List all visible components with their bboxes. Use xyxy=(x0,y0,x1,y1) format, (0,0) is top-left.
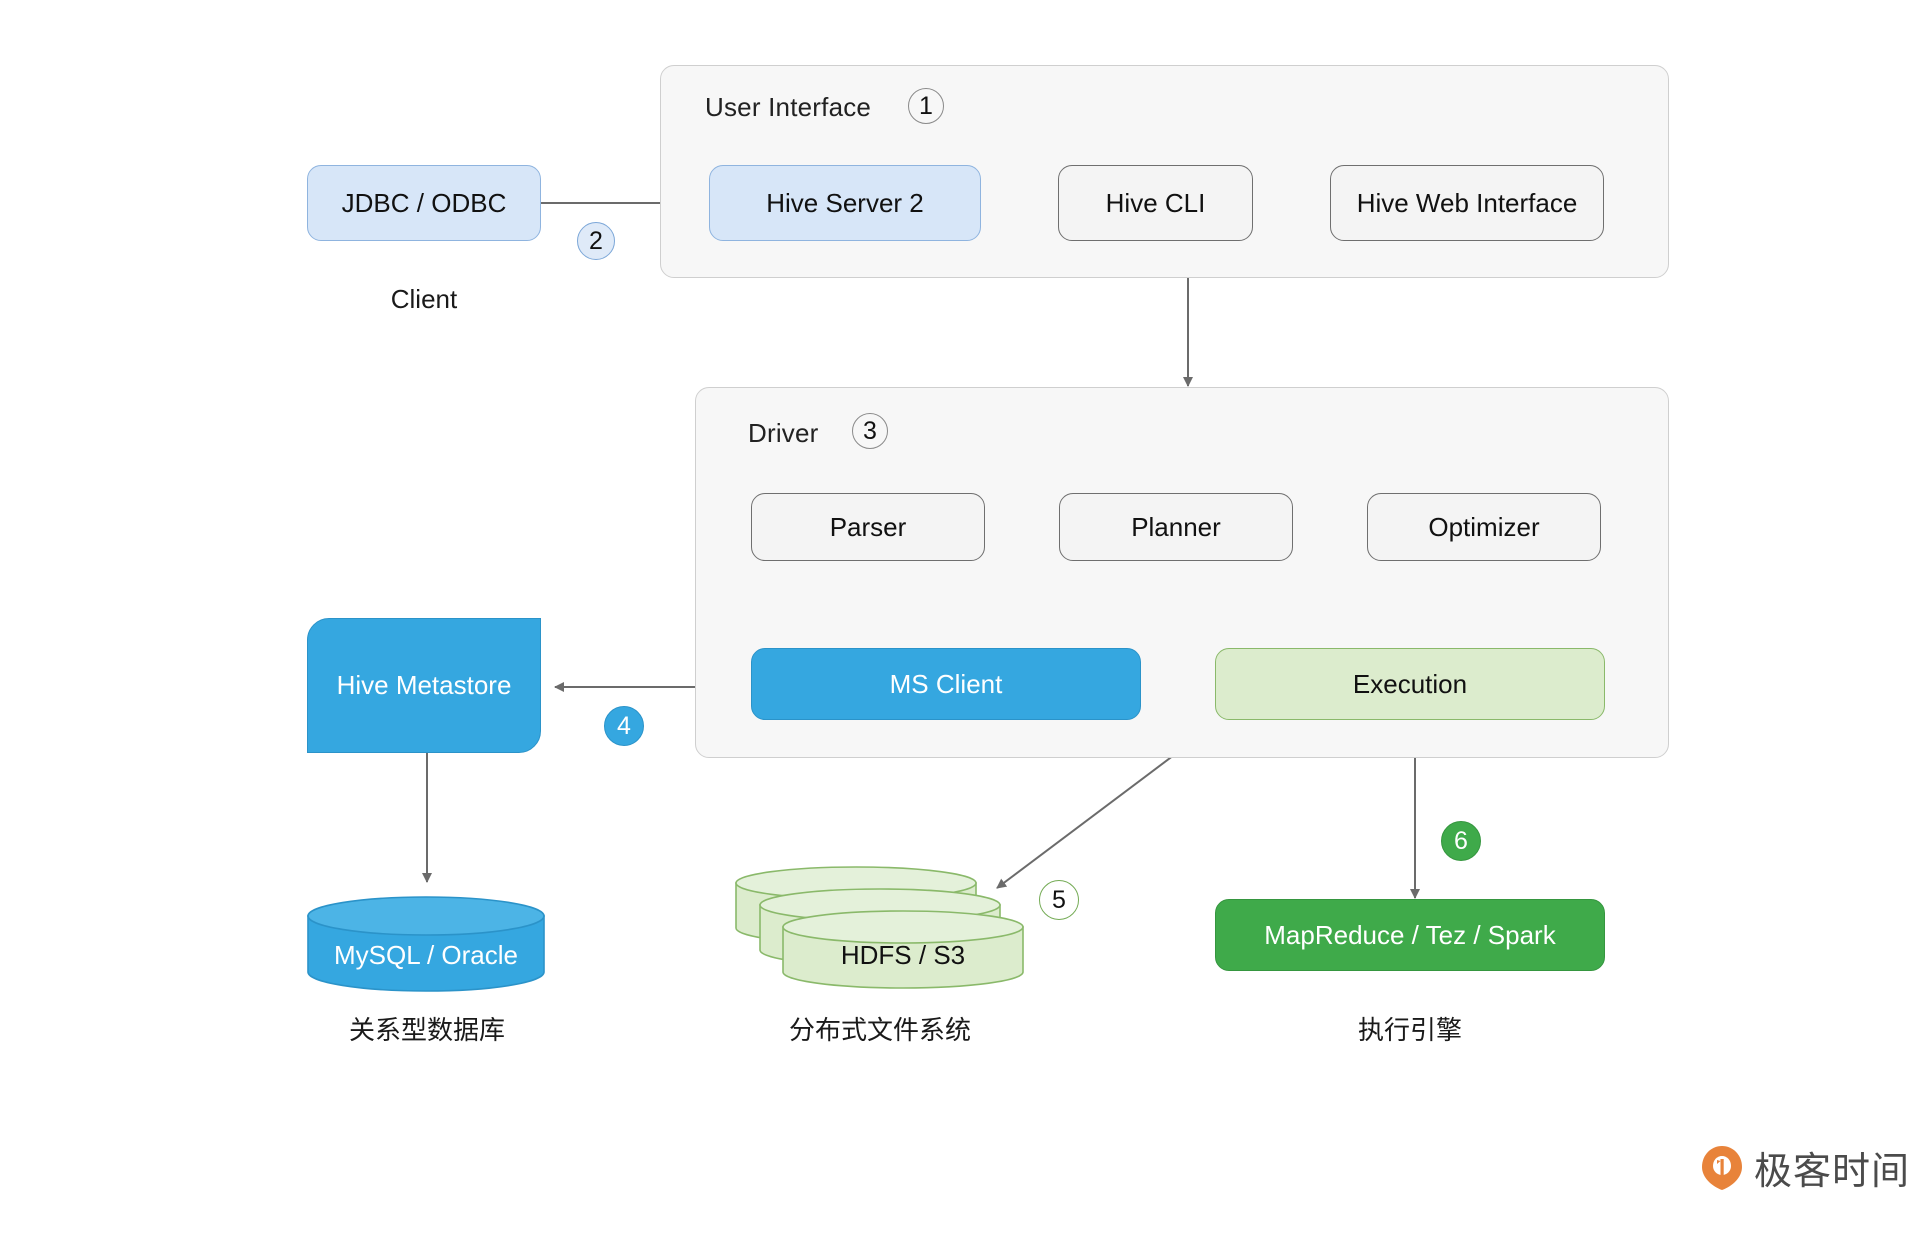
node-optimizer[interactable]: Optimizer xyxy=(1367,493,1601,561)
step-badge-1: 1 xyxy=(908,88,944,124)
step-badge-6: 6 xyxy=(1441,821,1481,861)
node-execution[interactable]: Execution xyxy=(1215,648,1605,720)
node-hive-web-interface[interactable]: Hive Web Interface xyxy=(1330,165,1604,241)
node-mapreduce-tez-spark[interactable]: MapReduce / Tez / Spark xyxy=(1215,899,1605,971)
cylinder-stack-shape-hdfs xyxy=(735,866,1025,990)
geekbang-logo-icon xyxy=(1700,1144,1744,1192)
group-user-interface-title: User Interface xyxy=(705,92,871,123)
diagram-canvas: User Interface 1 Hive Server 2 Hive CLI … xyxy=(0,0,1920,1239)
node-mysql-oracle[interactable]: MySQL / Oracle xyxy=(307,896,545,992)
node-hive-metastore[interactable]: Hive Metastore xyxy=(307,618,541,753)
step-badge-4: 4 xyxy=(604,706,644,746)
node-jdbc-odbc[interactable]: JDBC / ODBC xyxy=(307,165,541,241)
node-hive-server-2[interactable]: Hive Server 2 xyxy=(709,165,981,241)
step-badge-2: 2 xyxy=(577,222,615,260)
caption-relational-db: 关系型数据库 xyxy=(277,1010,577,1047)
node-parser[interactable]: Parser xyxy=(751,493,985,561)
node-ms-client[interactable]: MS Client xyxy=(751,648,1141,720)
node-hive-cli[interactable]: Hive CLI xyxy=(1058,165,1253,241)
node-planner[interactable]: Planner xyxy=(1059,493,1293,561)
caption-execution-engine: 执行引擎 xyxy=(1260,1010,1560,1047)
watermark: 极客时间 xyxy=(1700,1140,1910,1195)
node-hdfs-s3[interactable]: HDFS / S3 xyxy=(735,866,1025,990)
caption-client: Client xyxy=(307,284,541,315)
cylinder-shape-rdbms xyxy=(307,896,545,992)
step-badge-3: 3 xyxy=(852,413,888,449)
caption-distributed-fs: 分布式文件系统 xyxy=(730,1010,1030,1047)
step-badge-5: 5 xyxy=(1039,880,1079,920)
group-driver-title: Driver xyxy=(748,418,819,449)
watermark-text: 极客时间 xyxy=(1754,1140,1910,1195)
